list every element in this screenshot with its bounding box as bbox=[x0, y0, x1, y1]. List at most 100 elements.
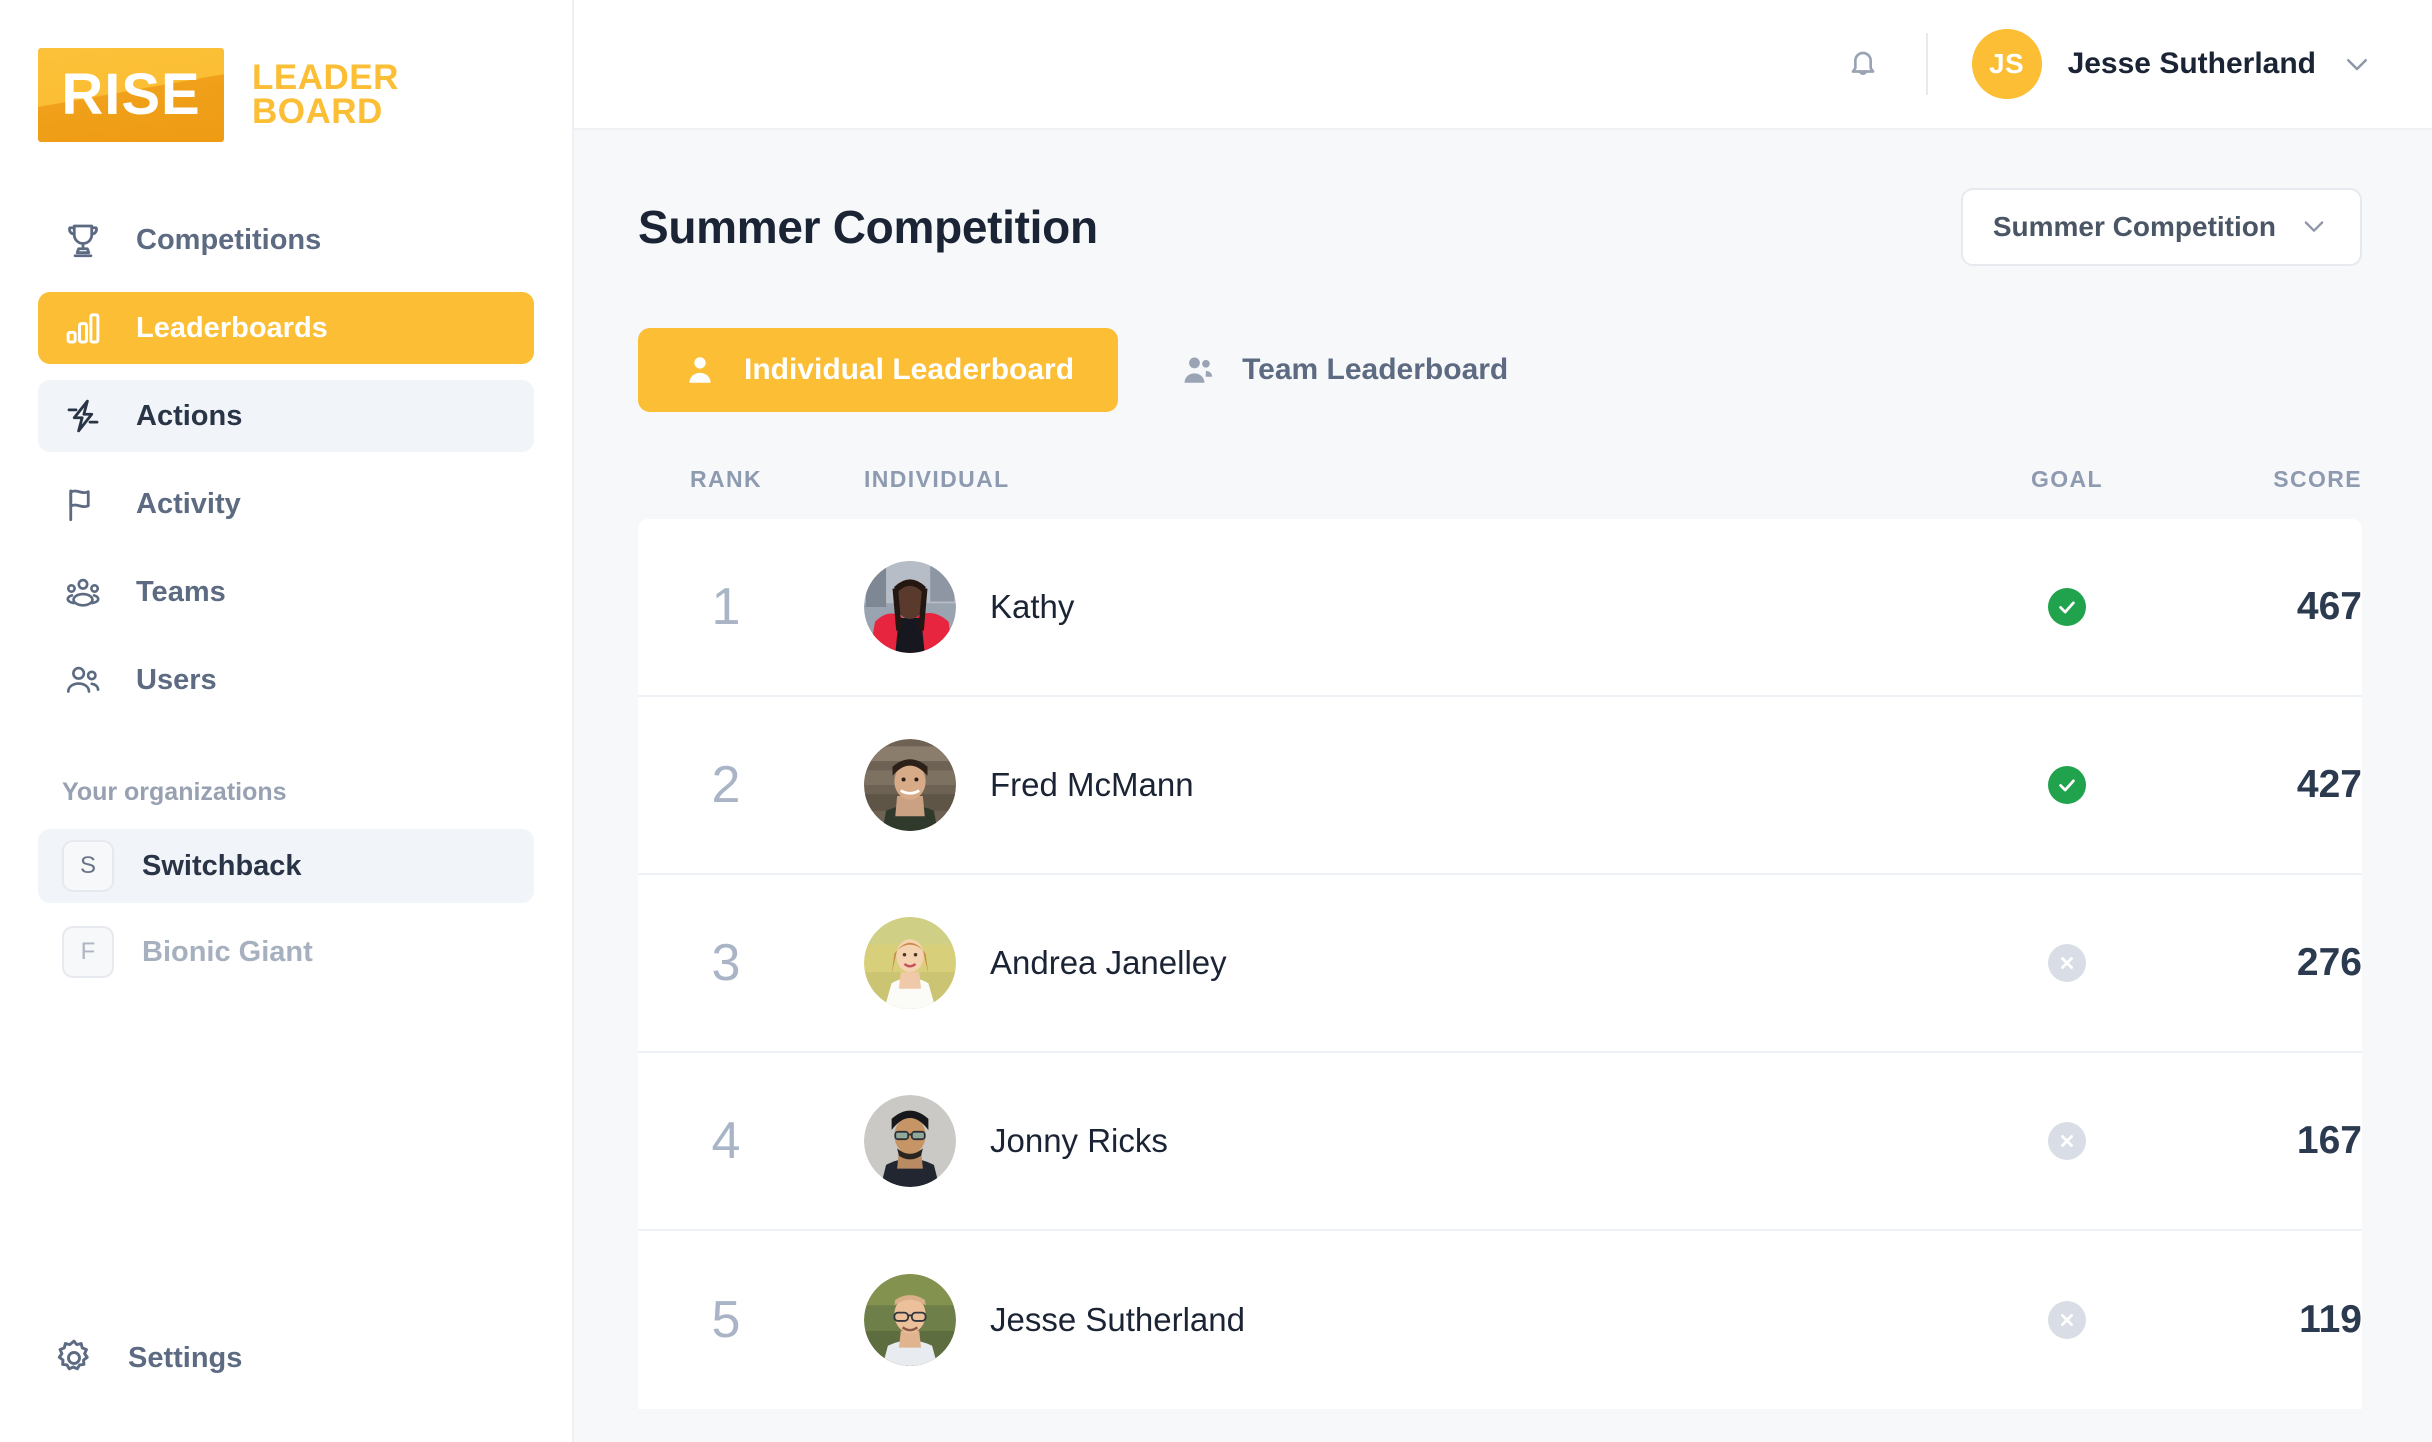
row-goal bbox=[1962, 766, 2172, 804]
sidebar-label-activity: Activity bbox=[136, 487, 241, 520]
trophy-icon bbox=[62, 219, 104, 261]
row-rank: 5 bbox=[711, 1291, 741, 1349]
row-individual-name: Jonny Ricks bbox=[990, 1122, 1168, 1159]
tab-label-team: Team Leaderboard bbox=[1242, 353, 1509, 386]
sidebar-label-leaderboards: Leaderboards bbox=[136, 311, 328, 344]
sidebar-item-users[interactable]: Users bbox=[38, 644, 534, 716]
row-rank: 1 bbox=[711, 578, 741, 636]
row-score: 276 bbox=[2296, 941, 2362, 984]
org-avatar-switchback: S bbox=[62, 840, 114, 892]
sidebar-item-competitions[interactable]: Competitions bbox=[38, 204, 534, 276]
user-menu[interactable]: JS Jesse Sutherland bbox=[1971, 29, 2372, 99]
sidebar-label-teams: Teams bbox=[136, 575, 226, 608]
sidebar-item-actions[interactable]: Actions bbox=[38, 380, 534, 452]
app-root: RISE LEADER BOARD Competitions Leaderboa… bbox=[0, 0, 2432, 1442]
flag-icon bbox=[62, 483, 104, 525]
row-individual-name: Jesse Sutherland bbox=[990, 1301, 1245, 1338]
status-badge bbox=[2048, 1122, 2086, 1160]
table-row[interactable]: 3 Andrea Janelley 276 bbox=[638, 875, 2362, 1053]
sidebar-item-leaderboards[interactable]: Leaderboards bbox=[38, 292, 534, 364]
gear-icon bbox=[52, 1336, 96, 1380]
topbar-divider bbox=[1925, 33, 1928, 95]
competition-select[interactable]: Summer Competition bbox=[1960, 188, 2362, 266]
tab-label-individual: Individual Leaderboard bbox=[744, 353, 1075, 386]
sidebar-label-competitions: Competitions bbox=[136, 223, 322, 256]
page-content: Summer Competition Summer Competition In… bbox=[574, 130, 2432, 1442]
row-individual: Andrea Janelley bbox=[814, 917, 1962, 1009]
avatar bbox=[864, 1274, 956, 1366]
tab-team-leaderboard[interactable]: Team Leaderboard bbox=[1136, 328, 1552, 412]
logo-mark-text: RISE bbox=[61, 62, 201, 127]
row-rank: 2 bbox=[711, 756, 741, 814]
status-badge bbox=[2048, 1301, 2086, 1339]
table-header-row: RANK INDIVIDUAL GOAL SCORE bbox=[638, 466, 2362, 519]
main-navigation: Competitions Leaderboards Actions Activi… bbox=[0, 204, 572, 732]
leaderboard-tabs: Individual Leaderboard Team Leaderboard bbox=[638, 328, 2362, 412]
avatar: JS bbox=[1971, 29, 2042, 99]
competition-select-value: Summer Competition bbox=[1992, 211, 2276, 242]
avatar bbox=[864, 1095, 956, 1187]
row-individual-name: Fred McMann bbox=[990, 766, 1194, 803]
table-row[interactable]: 5 Jesse Sutherland 119 bbox=[638, 1231, 2362, 1409]
tab-individual-leaderboard[interactable]: Individual Leaderboard bbox=[638, 328, 1119, 412]
table-row[interactable]: 4 Jonny Ricks 167 bbox=[638, 1053, 2362, 1231]
table-row[interactable]: 1 Kathy 467 bbox=[638, 519, 2362, 697]
column-header-goal: GOAL bbox=[2030, 466, 2104, 492]
row-score: 167 bbox=[2296, 1119, 2362, 1162]
status-badge bbox=[2048, 588, 2086, 626]
sidebar-item-activity[interactable]: Activity bbox=[38, 468, 534, 540]
rise-logo-mark: RISE bbox=[38, 48, 224, 142]
organizations-section: Your organizations S Switchback F Bionic… bbox=[0, 778, 572, 1001]
row-score: 427 bbox=[2296, 763, 2362, 806]
sidebar-label-users: Users bbox=[136, 663, 217, 696]
logo-wordmark: LEADER BOARD bbox=[252, 57, 399, 131]
row-goal bbox=[1962, 1122, 2172, 1160]
row-individual: Jesse Sutherland bbox=[814, 1274, 1962, 1366]
organization-item-bionic-giant[interactable]: F Bionic Giant bbox=[38, 915, 534, 989]
column-header-rank: RANK bbox=[689, 466, 763, 492]
row-rank: 4 bbox=[711, 1112, 741, 1170]
row-individual-name: Andrea Janelley bbox=[990, 944, 1227, 981]
column-header-score: SCORE bbox=[2273, 466, 2362, 492]
bar-chart-icon bbox=[62, 307, 104, 349]
chevron-down-icon bbox=[2300, 212, 2330, 242]
row-goal bbox=[1962, 944, 2172, 982]
organizations-heading: Your organizations bbox=[62, 778, 287, 806]
person-icon bbox=[682, 353, 718, 387]
top-bar: JS Jesse Sutherland bbox=[574, 0, 2432, 130]
logo-word-line2: BOARD bbox=[252, 92, 383, 131]
row-goal bbox=[1962, 588, 2172, 626]
avatar bbox=[864, 739, 956, 831]
brand-logo[interactable]: RISE LEADER BOARD bbox=[0, 0, 572, 142]
page-title: Summer Competition bbox=[638, 201, 1098, 253]
two-people-icon bbox=[1180, 353, 1216, 387]
table-body: 1 Kathy 467 2 Fred McMann 427 3 Andrea J… bbox=[638, 519, 2362, 1409]
sidebar-label-actions: Actions bbox=[136, 399, 243, 432]
sidebar-label-settings: Settings bbox=[128, 1341, 243, 1374]
avatar bbox=[864, 561, 956, 653]
status-badge bbox=[2048, 766, 2086, 804]
sidebar-item-teams[interactable]: Teams bbox=[38, 556, 534, 628]
logo-word-line1: LEADER bbox=[252, 57, 399, 97]
people-group-icon bbox=[62, 571, 104, 613]
row-score: 119 bbox=[2299, 1298, 2362, 1341]
row-individual-name: Kathy bbox=[990, 588, 1075, 625]
chevron-down-icon bbox=[2342, 49, 2372, 79]
row-rank: 3 bbox=[711, 934, 741, 992]
row-goal bbox=[1962, 1301, 2172, 1339]
sidebar: RISE LEADER BOARD Competitions Leaderboa… bbox=[0, 0, 574, 1442]
avatar bbox=[864, 917, 956, 1009]
notification-bell-icon[interactable] bbox=[1840, 41, 1886, 87]
organization-item-switchback[interactable]: S Switchback bbox=[38, 829, 534, 903]
users-icon bbox=[62, 659, 104, 701]
org-label-switchback: Switchback bbox=[142, 849, 302, 882]
status-badge bbox=[2048, 944, 2086, 982]
table-row[interactable]: 2 Fred McMann 427 bbox=[638, 697, 2362, 875]
org-label-bionic-giant: Bionic Giant bbox=[142, 935, 313, 968]
leaderboard-table: RANK INDIVIDUAL GOAL SCORE 1 Kathy 467 2… bbox=[638, 466, 2362, 1409]
row-individual: Kathy bbox=[814, 561, 1962, 653]
sidebar-item-settings[interactable]: Settings bbox=[38, 1336, 534, 1380]
column-header-individual: INDIVIDUAL bbox=[864, 466, 1010, 492]
lightning-bolt-icon bbox=[62, 395, 104, 437]
org-avatar-bionic-giant: F bbox=[62, 926, 114, 978]
